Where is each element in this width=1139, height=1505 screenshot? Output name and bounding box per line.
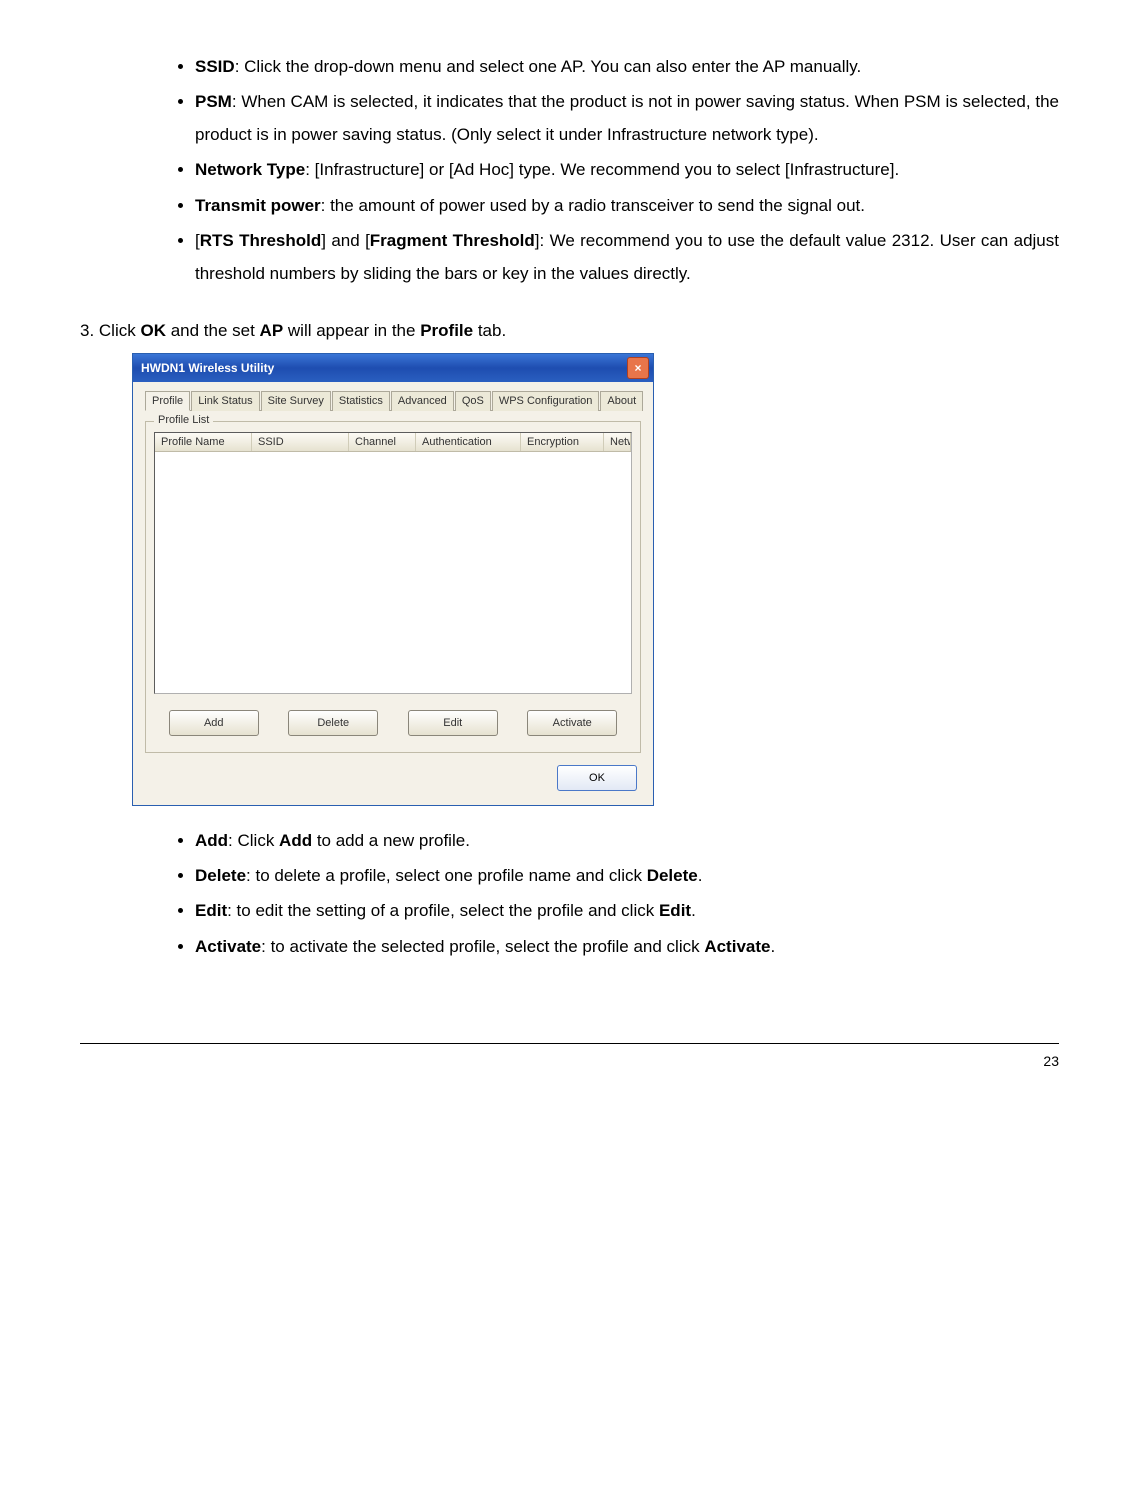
tab-strip: Profile Link Status Site Survey Statisti… — [145, 390, 641, 411]
tab-statistics[interactable]: Statistics — [332, 391, 390, 411]
term: SSID — [195, 57, 235, 76]
term: PSM — [195, 92, 232, 111]
tab-qos[interactable]: QoS — [455, 391, 491, 411]
bullet-ssid: SSID: Click the drop-down menu and selec… — [195, 50, 1059, 83]
mid: ] and [ — [321, 231, 370, 250]
desc: : When CAM is selected, it indicates tha… — [195, 92, 1059, 144]
bottom-bullet-list: Add: Click Add to add a new profile. Del… — [80, 824, 1059, 963]
bullet-edit: Edit: to edit the setting of a profile, … — [195, 894, 1059, 927]
desc: : Click the drop-down menu and select on… — [235, 57, 862, 76]
bullet-transmit-power: Transmit power: the amount of power used… — [195, 189, 1059, 222]
window-title: HWDN1 Wireless Utility — [141, 361, 627, 375]
close-icon: × — [634, 361, 641, 375]
ok-button[interactable]: OK — [557, 765, 637, 791]
col-encryption[interactable]: Encryption — [521, 433, 604, 451]
term: Transmit power — [195, 196, 321, 215]
tab-link-status[interactable]: Link Status — [191, 391, 259, 411]
bullet-rts-fragment: [RTS Threshold] and [Fragment Threshold]… — [195, 224, 1059, 290]
page-footer: 23 — [80, 1043, 1059, 1075]
col-ssid[interactable]: SSID — [252, 433, 349, 451]
utility-window: HWDN1 Wireless Utility × Profile Link St… — [132, 353, 654, 806]
titlebar: HWDN1 Wireless Utility × — [133, 354, 653, 382]
tab-wps-config[interactable]: WPS Configuration — [492, 391, 600, 411]
b1: RTS Threshold — [200, 231, 322, 250]
bullet-add: Add: Click Add to add a new profile. — [195, 824, 1059, 857]
list-header: Profile Name SSID Channel Authentication… — [155, 433, 631, 452]
edit-button[interactable]: Edit — [408, 710, 498, 736]
delete-button[interactable]: Delete — [288, 710, 378, 736]
desc: : the amount of power used by a radio tr… — [321, 196, 865, 215]
col-channel[interactable]: Channel — [349, 433, 416, 451]
add-button[interactable]: Add — [169, 710, 259, 736]
top-bullet-list: SSID: Click the drop-down menu and selec… — [80, 50, 1059, 290]
tab-profile[interactable]: Profile — [145, 391, 190, 411]
page-number: 23 — [1043, 1053, 1059, 1069]
bullet-delete: Delete: to delete a profile, select one … — [195, 859, 1059, 892]
tab-site-survey[interactable]: Site Survey — [261, 391, 331, 411]
tab-advanced[interactable]: Advanced — [391, 391, 454, 411]
b2: Fragment Threshold — [370, 231, 535, 250]
profile-list: Profile Name SSID Channel Authentication… — [154, 432, 632, 694]
col-network-type[interactable]: Network Ty... — [604, 433, 631, 451]
bullet-network-type: Network Type: [Infrastructure] or [Ad Ho… — [195, 153, 1059, 186]
bullet-activate: Activate: to activate the selected profi… — [195, 930, 1059, 963]
step-3-text: 3. Click OK and the set AP will appear i… — [80, 314, 1059, 347]
group-label: Profile List — [154, 414, 213, 426]
profile-list-group: Profile List Profile Name SSID Channel A… — [145, 421, 641, 753]
term: Network Type — [195, 160, 305, 179]
ok-row: OK — [145, 753, 641, 795]
bullet-psm: PSM: When CAM is selected, it indicates … — [195, 85, 1059, 151]
col-authentication[interactable]: Authentication — [416, 433, 521, 451]
close-button[interactable]: × — [627, 357, 649, 379]
activate-button[interactable]: Activate — [527, 710, 617, 736]
tab-about[interactable]: About — [600, 391, 643, 411]
list-body-empty[interactable] — [155, 452, 631, 693]
desc: : [Infrastructure] or [Ad Hoc] type. We … — [305, 160, 899, 179]
button-row: Add Delete Edit Activate — [154, 710, 632, 736]
col-profile-name[interactable]: Profile Name — [155, 433, 252, 451]
